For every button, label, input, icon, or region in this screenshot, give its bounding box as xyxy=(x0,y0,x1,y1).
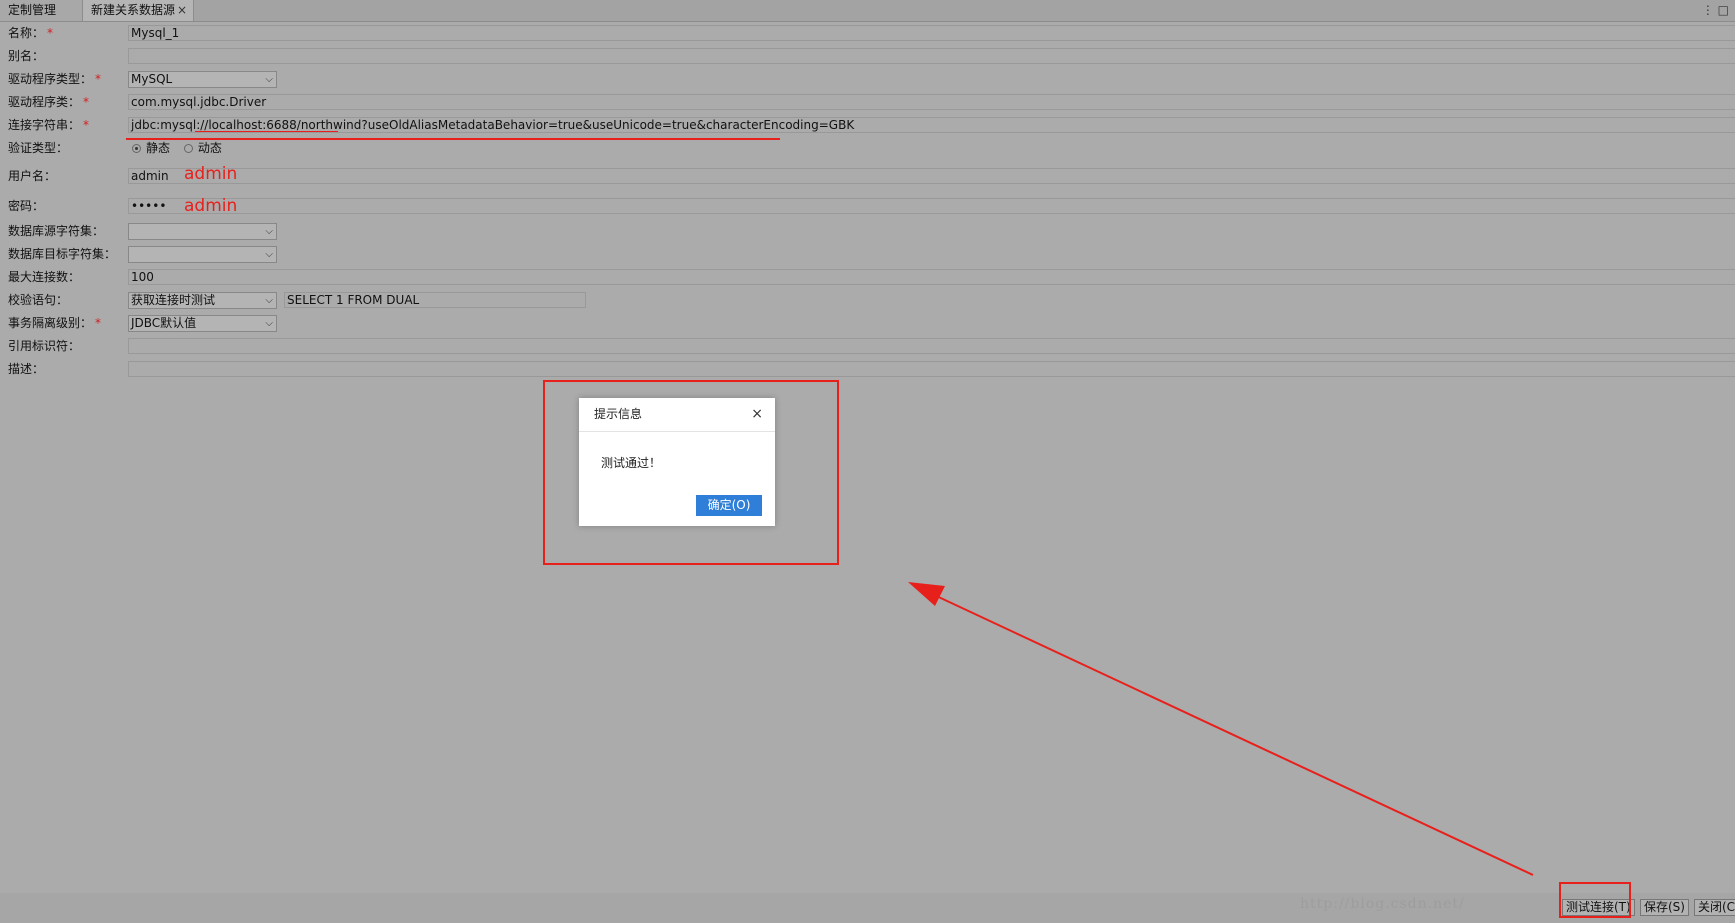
save-button[interactable]: 保存(S) xyxy=(1640,899,1689,916)
alias-label: 别名： xyxy=(8,49,45,63)
chevron-down-icon: ⌵ xyxy=(265,226,273,237)
form-row-check-sql: 校验语句： 获取连接时测试 ⌵ SELECT 1 FROM DUAL xyxy=(0,290,1735,310)
username-input[interactable]: admin xyxy=(128,168,1735,184)
dialog-message: 测试通过！ xyxy=(601,456,662,470)
host-underline xyxy=(195,131,338,132)
chevron-down-icon: ⌵ xyxy=(265,249,273,260)
radio-static[interactable] xyxy=(132,144,141,153)
password-label: 密码： xyxy=(8,199,45,213)
check-sql-label: 校验语句： xyxy=(8,293,69,307)
form-row-password: 密码： ••••• xyxy=(0,196,1735,216)
close-button[interactable]: 关闭(C xyxy=(1694,899,1735,916)
description-label: 描述： xyxy=(8,362,45,376)
form-row-alias: 别名： xyxy=(0,46,1735,66)
test-button-highlight-box xyxy=(1559,882,1631,918)
password-annotation: admin xyxy=(184,196,238,216)
src-charset-label: 数据库源字符集： xyxy=(8,224,105,238)
auth-type-label: 验证类型： xyxy=(8,141,69,155)
check-sql-input[interactable]: SELECT 1 FROM DUAL xyxy=(284,292,586,308)
form-row-username: 用户名： admin xyxy=(0,166,1735,186)
max-conn-label: 最大连接数： xyxy=(8,270,81,284)
tab-new-datasource[interactable]: 新建关系数据源 × xyxy=(82,0,194,21)
max-conn-input[interactable]: 100 xyxy=(128,269,1735,285)
dialog-title: 提示信息 xyxy=(594,407,643,421)
form-row-src-charset: 数据库源字符集： ⌵ xyxy=(0,221,1735,241)
watermark: http://blog.csdn.net/ xyxy=(1300,896,1465,912)
form-row-conn-string: 连接字符串： * jdbc:mysql://localhost:6688/nort… xyxy=(0,115,1735,135)
bottom-bar xyxy=(0,893,1735,923)
username-label: 用户名： xyxy=(8,169,57,183)
check-sql-mode-select[interactable]: 获取连接时测试 ⌵ xyxy=(128,292,277,309)
password-input[interactable]: ••••• xyxy=(128,198,1735,214)
form-row-isolation: 事务隔离级别： * JDBC默认值 ⌵ xyxy=(0,313,1735,333)
tab-close-icon[interactable]: × xyxy=(177,0,187,21)
tab-label: 新建关系数据源 xyxy=(91,3,176,17)
tab-menu-icon[interactable]: ⋮ □ xyxy=(1702,0,1729,21)
driver-class-label: 驱动程序类： * xyxy=(8,95,90,109)
form-row-auth-type: 验证类型： 静态 动态 xyxy=(0,138,1735,158)
isolation-select[interactable]: JDBC默认值 ⌵ xyxy=(128,315,277,332)
driver-class-input[interactable]: com.mysql.jdbc.Driver xyxy=(128,94,1735,110)
quote-char-input[interactable] xyxy=(128,338,1735,354)
dst-charset-label: 数据库目标字符集： xyxy=(8,247,117,261)
ok-button[interactable]: 确定(O) xyxy=(696,495,762,516)
radio-dynamic[interactable] xyxy=(183,144,193,153)
driver-type-label: 驱动程序类型： * xyxy=(8,72,102,86)
form-row-quote-char: 引用标识符： xyxy=(0,336,1735,356)
form-row-driver-class: 驱动程序类： * com.mysql.jdbc.Driver xyxy=(0,92,1735,112)
src-charset-select[interactable]: ⌵ xyxy=(128,223,277,240)
driver-type-select[interactable]: MySQL ⌵ xyxy=(128,71,277,88)
form-row-name: 名称： * Mysql_1 xyxy=(0,23,1735,43)
conn-string-input[interactable]: jdbc:mysql://localhost:6688/northwind?us… xyxy=(128,117,1735,133)
chevron-down-icon: ⌵ xyxy=(265,295,273,306)
alias-input[interactable] xyxy=(128,48,1735,64)
description-input[interactable] xyxy=(128,361,1735,377)
tab-label: 定制管理 xyxy=(8,3,57,17)
chevron-down-icon: ⌵ xyxy=(265,318,273,329)
quote-char-label: 引用标识符： xyxy=(8,339,81,353)
tab-bar: 定制管理 新建关系数据源 × ⋮ □ xyxy=(0,0,1735,22)
isolation-label: 事务隔离级别： * xyxy=(8,316,102,330)
form-row-driver-type: 驱动程序类型： * MySQL ⌵ xyxy=(0,69,1735,89)
form-row-max-conn: 最大连接数： 100 xyxy=(0,267,1735,287)
message-dialog: 提示信息 × 测试通过！ 确定(O) xyxy=(579,398,775,526)
form-row-description: 描述： xyxy=(0,359,1735,379)
form-row-dst-charset: 数据库目标字符集： ⌵ xyxy=(0,244,1735,264)
auth-type-options: 静态 动态 xyxy=(132,138,222,158)
name-label: 名称： * xyxy=(8,26,54,40)
chevron-down-icon: ⌵ xyxy=(265,74,273,85)
conn-string-label: 连接字符串： * xyxy=(8,118,90,132)
username-annotation: admin xyxy=(184,164,238,184)
name-input[interactable]: Mysql_1 xyxy=(128,25,1735,41)
close-icon[interactable]: × xyxy=(751,398,763,431)
tab-custom-management[interactable]: 定制管理 xyxy=(0,0,82,21)
dst-charset-select[interactable]: ⌵ xyxy=(128,246,277,263)
dialog-header: 提示信息 × xyxy=(579,398,775,432)
